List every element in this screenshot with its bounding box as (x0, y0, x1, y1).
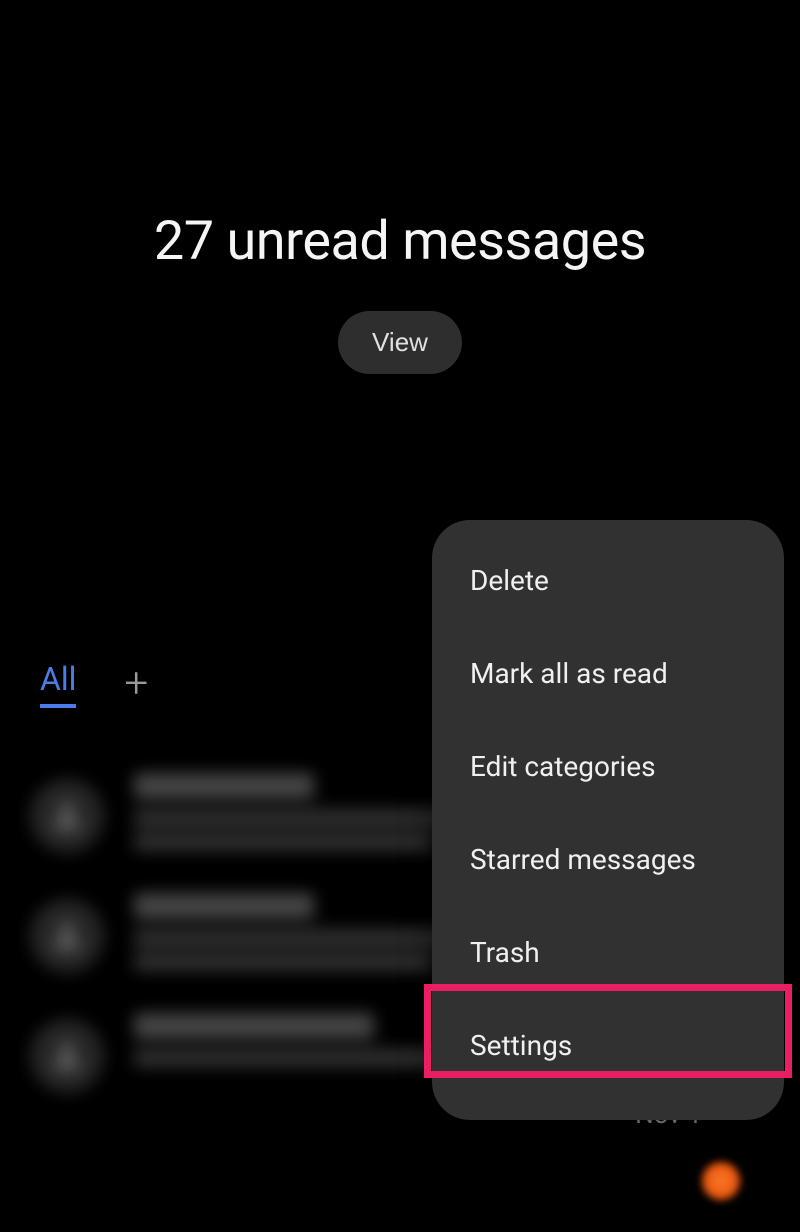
category-tabs: All + (40, 660, 148, 708)
menu-item-delete[interactable]: Delete (432, 534, 784, 627)
overflow-menu: Delete Mark all as read Edit categories … (432, 520, 784, 1120)
person-icon (48, 797, 86, 835)
avatar (30, 779, 104, 853)
view-button[interactable]: View (338, 311, 462, 374)
plus-icon: + (124, 659, 148, 708)
menu-item-trash[interactable]: Trash (432, 906, 784, 999)
menu-item-starred-messages[interactable]: Starred messages (432, 813, 784, 906)
menu-item-edit-categories[interactable]: Edit categories (432, 720, 784, 813)
menu-item-settings[interactable]: Settings (432, 999, 784, 1092)
person-icon (48, 917, 86, 955)
person-icon (48, 1037, 86, 1075)
add-category-button[interactable]: + (124, 663, 148, 705)
avatar (30, 1019, 104, 1093)
avatar (30, 899, 104, 973)
menu-item-mark-all-read[interactable]: Mark all as read (432, 627, 784, 720)
tab-all[interactable]: All (40, 660, 76, 708)
unread-count-title: 27 unread messages (0, 210, 800, 273)
unread-indicator-dot (702, 1162, 740, 1200)
header-area: 27 unread messages View (0, 0, 800, 374)
